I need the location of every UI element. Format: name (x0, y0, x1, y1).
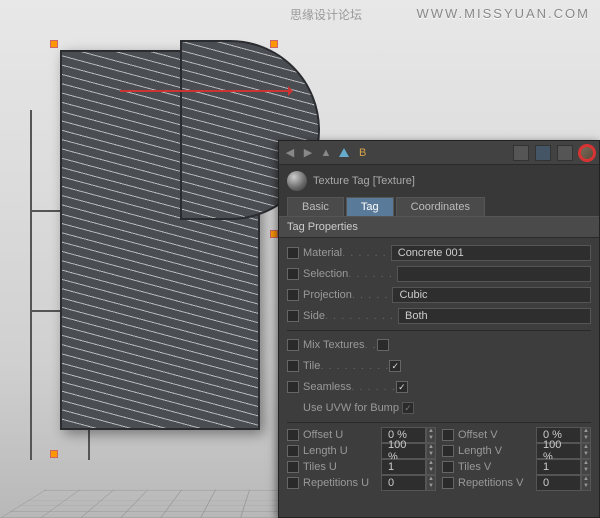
spinner[interactable]: ▲▼ (426, 459, 436, 475)
selection-handle[interactable] (50, 450, 58, 458)
length-v-field[interactable]: 100 % (536, 443, 581, 459)
anim-dot[interactable] (287, 477, 299, 489)
element-header: Texture Tag [Texture] (279, 165, 599, 197)
divider (287, 330, 591, 331)
anim-dot[interactable] (287, 445, 299, 457)
dots: . . . . . . (342, 247, 387, 259)
anim-dot[interactable] (287, 289, 299, 301)
layer-icon[interactable] (513, 145, 529, 161)
anim-dot[interactable] (287, 339, 299, 351)
element-title: Texture Tag [Texture] (313, 175, 415, 187)
label-offset-v: Offset V (458, 429, 536, 441)
lock-icon[interactable] (557, 145, 573, 161)
seamless-checkbox[interactable]: ✓ (396, 381, 408, 393)
anim-dot[interactable] (442, 461, 454, 473)
properties-body: Material . . . . . . Concrete 001 Select… (279, 238, 599, 495)
label-reps-v: Repetitions V (458, 477, 536, 489)
spinner[interactable]: ▲▼ (581, 443, 591, 459)
tile-checkbox[interactable]: ✓ (389, 360, 401, 372)
spinner[interactable]: ▲▼ (581, 459, 591, 475)
anim-dot[interactable] (442, 429, 454, 441)
tag-icon[interactable] (535, 145, 551, 161)
prop-material: Material . . . . . . Concrete 001 (287, 243, 591, 263)
reps-v-field[interactable]: 0 (536, 475, 581, 491)
attribute-manager-panel: ◀ ▶ ▲ B Texture Tag [Texture] Basic Tag … (278, 140, 600, 518)
object-name[interactable]: B (355, 147, 507, 159)
tab-tag[interactable]: Tag (346, 197, 394, 216)
label-selection: Selection (303, 268, 348, 280)
anim-dot[interactable] (287, 247, 299, 259)
label-tiles-v: Tiles V (458, 461, 536, 473)
side-dropdown[interactable]: Both (398, 308, 591, 324)
length-u-field[interactable]: 100 % (381, 443, 426, 459)
selection-field[interactable] (397, 266, 591, 282)
tiles-u-field[interactable]: 1 (381, 459, 426, 475)
selection-handle[interactable] (270, 230, 278, 238)
label-projection: Projection (303, 289, 352, 301)
spinner[interactable]: ▲▼ (426, 427, 436, 443)
tiles-v-field[interactable]: 1 (536, 459, 581, 475)
material-ball-icon (287, 171, 307, 191)
nav-back-icon[interactable]: ◀ (283, 146, 297, 160)
prop-tile: Tile . . . . . . . . . ✓ (287, 356, 591, 376)
row-reps: Repetitions U 0 ▲▼ Repetitions V 0 ▲▼ (287, 475, 591, 491)
label-length-u: Length U (303, 445, 381, 457)
label-length-v: Length V (458, 445, 536, 457)
tab-basic[interactable]: Basic (287, 197, 344, 216)
selection-handle[interactable] (50, 40, 58, 48)
mix-checkbox[interactable] (377, 339, 389, 351)
nav-up-icon[interactable]: ▲ (319, 146, 333, 160)
prop-uvw-bump: Use UVW for Bump ✓ (287, 398, 591, 418)
letter-model-B[interactable] (20, 30, 300, 470)
spinner[interactable]: ▲▼ (426, 443, 436, 459)
anim-dot[interactable] (287, 310, 299, 322)
label-seamless: Seamless (303, 381, 351, 393)
watermark-url: WWW.MISSYUAN.COM (416, 6, 590, 21)
material-preview-icon[interactable] (579, 145, 595, 161)
anim-dot[interactable] (287, 268, 299, 280)
anim-dot[interactable] (287, 360, 299, 372)
label-material: Material (303, 247, 342, 259)
prop-selection: Selection . . . . . . (287, 264, 591, 284)
object-icon (337, 146, 351, 160)
row-length: Length U 100 % ▲▼ Length V 100 % ▲▼ (287, 443, 591, 459)
tab-bar: Basic Tag Coordinates (279, 197, 599, 216)
label-uvw: Use UVW for Bump (303, 402, 399, 414)
watermark-cn: 思缘设计论坛 (290, 6, 362, 23)
selection-handle[interactable] (270, 40, 278, 48)
anim-dot[interactable] (442, 445, 454, 457)
anim-dot[interactable] (442, 477, 454, 489)
prop-projection: Projection . . . . . Cubic (287, 285, 591, 305)
spinner[interactable]: ▲▼ (581, 475, 591, 491)
reps-u-field[interactable]: 0 (381, 475, 426, 491)
divider (287, 422, 591, 423)
label-tile: Tile (303, 360, 320, 372)
anim-dot[interactable] (287, 429, 299, 441)
section-header: Tag Properties (279, 216, 599, 238)
uvw-checkbox[interactable]: ✓ (402, 402, 414, 414)
label-tiles-u: Tiles U (303, 461, 381, 473)
label-side: Side (303, 310, 325, 322)
row-tiles: Tiles U 1 ▲▼ Tiles V 1 ▲▼ (287, 459, 591, 475)
label-mix: Mix Textures (303, 339, 365, 351)
axis-arrow-x[interactable] (120, 90, 290, 92)
nav-fwd-icon[interactable]: ▶ (301, 146, 315, 160)
spinner[interactable]: ▲▼ (426, 475, 436, 491)
label-reps-u: Repetitions U (303, 477, 381, 489)
prop-seamless: Seamless . . . . . . ✓ (287, 377, 591, 397)
material-field[interactable]: Concrete 001 (391, 245, 591, 261)
anim-dot[interactable] (287, 381, 299, 393)
spinner[interactable]: ▲▼ (581, 427, 591, 443)
projection-dropdown[interactable]: Cubic (392, 287, 591, 303)
label-offset-u: Offset U (303, 429, 381, 441)
panel-titlebar: ◀ ▶ ▲ B (279, 141, 599, 165)
tab-coordinates[interactable]: Coordinates (396, 197, 485, 216)
prop-side: Side . . . . . . . . . Both (287, 306, 591, 326)
anim-dot[interactable] (287, 461, 299, 473)
prop-mix-textures: Mix Textures . . (287, 335, 591, 355)
